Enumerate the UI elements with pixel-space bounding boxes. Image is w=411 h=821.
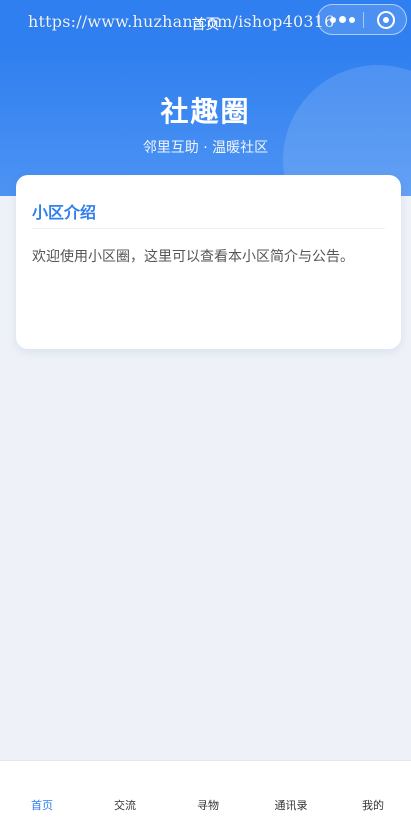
tab-home[interactable]: 首页 (31, 797, 53, 813)
tab-contacts[interactable]: 通讯录 (275, 797, 308, 813)
card-title: 小区介绍 (32, 203, 97, 222)
card-text: 欢迎使用小区圈，这里可以查看本小区简介与公告。 (32, 249, 354, 265)
top-navbar: https://www.huzhan.com/ishop40316 首页 (0, 0, 411, 46)
card-divider (32, 228, 385, 229)
tab-exchange[interactable]: 交流 (114, 797, 136, 813)
capsule-divider (363, 12, 364, 28)
more-dots-icon[interactable] (330, 15, 356, 25)
hero-title: 社趣圈 (160, 95, 251, 128)
community-intro-card: 小区介绍 欢迎使用小区圈，这里可以查看本小区简介与公告。 (16, 175, 401, 349)
bottom-tabbar: 首页 交流 寻物 通讯录 我的 (0, 760, 411, 821)
hero-banner: 社趣圈 邻里互助 · 温暖社区 (0, 46, 411, 196)
hero-subtitle: 邻里互助 · 温暖社区 (142, 140, 269, 156)
close-miniprogram-icon[interactable] (377, 11, 395, 29)
tab-lost-found[interactable]: 寻物 (197, 797, 219, 813)
tab-mine[interactable]: 我的 (362, 797, 384, 813)
miniprogram-capsule (317, 4, 407, 35)
